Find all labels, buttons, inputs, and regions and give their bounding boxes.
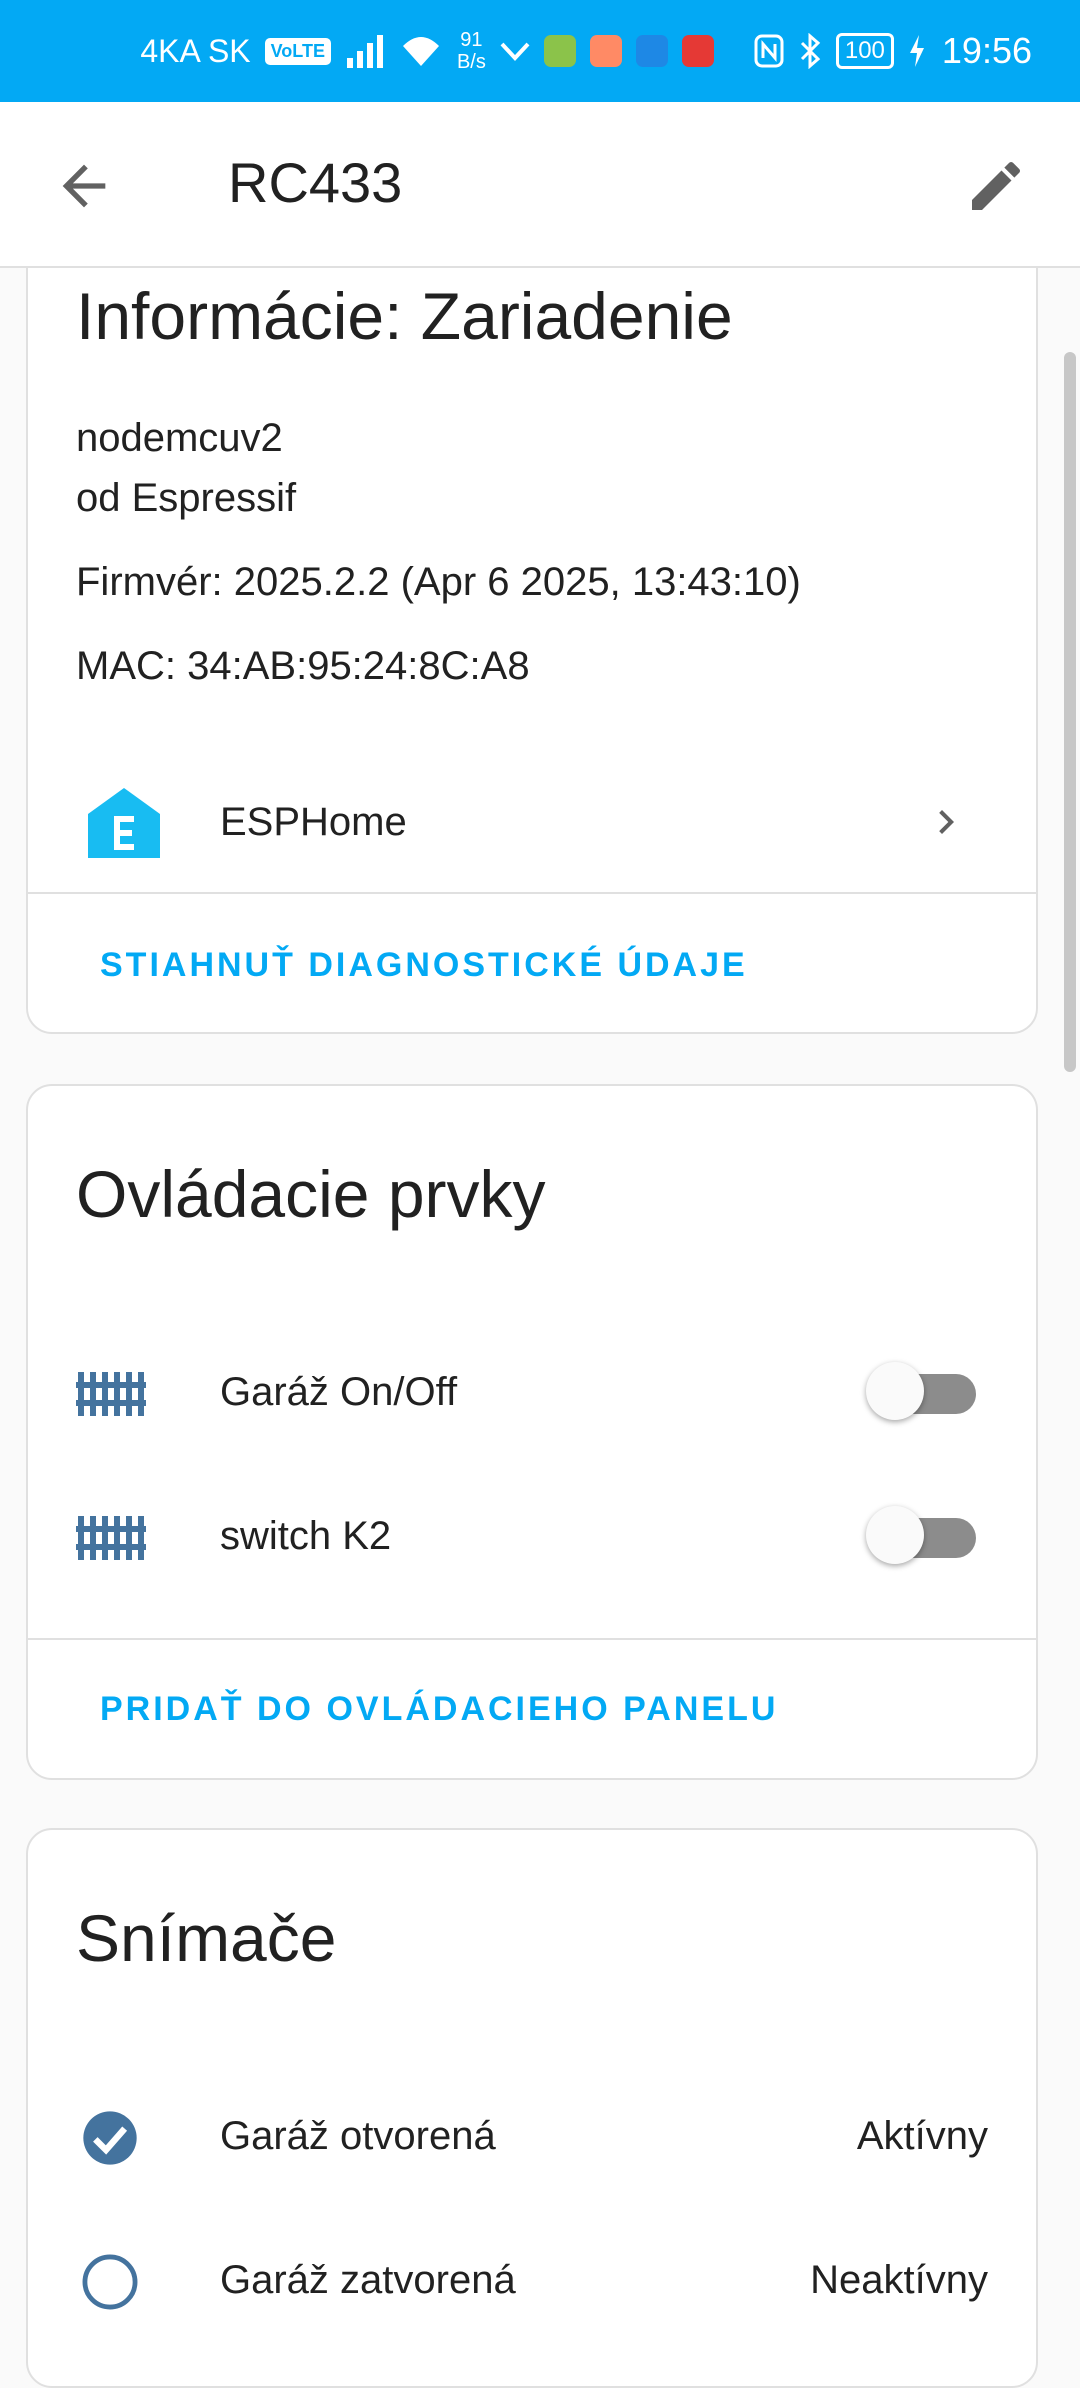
- clock: 19:56: [941, 30, 1032, 71]
- app-notification-icon: [543, 35, 576, 67]
- control-row-garaz[interactable]: Garáž On/Off: [28, 1344, 1036, 1444]
- controls-card: Ovládacie prvky Garáž On/Off switch K2 P…: [26, 1084, 1038, 1780]
- sensor-row-garaz-zatvorena[interactable]: Garáž zatvorená Neaktívny: [28, 2232, 1036, 2332]
- sensor-value: Neaktívny: [810, 2258, 988, 2302]
- device-info-title: Informácie: Zariadenie: [76, 279, 733, 353]
- battery-indicator: 100: [835, 33, 894, 69]
- device-model: nodemcuv2: [76, 416, 283, 460]
- checkbox-blank-circle-outline-icon: [82, 2254, 138, 2310]
- download-arrow-icon: [500, 38, 530, 64]
- charging-icon: [908, 34, 926, 68]
- gate-icon: [76, 1372, 146, 1416]
- app-notification-icon: [589, 35, 622, 67]
- device-info-card: Informácie: Zariadenie nodemcuv2 od Espr…: [26, 210, 1038, 1034]
- pencil-icon: [972, 161, 1021, 210]
- app-bar: RC433: [0, 102, 1080, 268]
- edit-button[interactable]: [964, 154, 1028, 218]
- card-divider: [28, 1638, 1036, 1640]
- mac-address: MAC: 34:AB:95:24:8C:A8: [76, 644, 530, 688]
- scrollbar[interactable]: [1064, 352, 1076, 1072]
- checkbox-marked-circle-icon: [83, 2111, 137, 2165]
- control-row-switch-k2[interactable]: switch K2: [28, 1488, 1036, 1588]
- toggle-thumb: [866, 1506, 924, 1564]
- arrow-left-icon: [62, 164, 106, 208]
- sensors-title: Snímače: [76, 1901, 337, 1975]
- card-divider: [28, 892, 1036, 894]
- bluetooth-icon: [798, 33, 822, 69]
- control-label: Garáž On/Off: [220, 1370, 458, 1414]
- signal-icon: [345, 34, 385, 68]
- back-button[interactable]: [52, 154, 116, 218]
- app-notification-icon: [635, 35, 668, 67]
- control-label: switch K2: [220, 1514, 392, 1558]
- add-to-dashboard-button[interactable]: PRIDAŤ DO OVLÁDACIEHO PANELU: [100, 1690, 778, 1729]
- sensor-row-garaz-otvorena[interactable]: Garáž otvorená Aktívny: [28, 2088, 1036, 2188]
- controls-title: Ovládacie prvky: [76, 1157, 546, 1231]
- sensor-label: Garáž otvorená: [220, 2114, 496, 2158]
- device-manufacturer: od Espressif: [76, 476, 297, 520]
- page-title: RC433: [228, 151, 403, 214]
- integration-name: ESPHome: [220, 800, 407, 844]
- integration-row-esphome[interactable]: ESPHome: [28, 760, 1036, 884]
- wifi-icon: [399, 34, 443, 68]
- sensor-value: Aktívny: [856, 2114, 988, 2158]
- toggle-thumb: [866, 1362, 924, 1420]
- chevron-right-icon: [939, 810, 954, 834]
- firmware-version: Firmvér: 2025.2.2 (Apr 6 2025, 13:43:10): [76, 560, 801, 604]
- download-diagnostics-button[interactable]: STIAHNUŤ DIAGNOSTICKÉ ÚDAJE: [100, 946, 748, 985]
- gate-icon: [76, 1516, 146, 1560]
- net-speed: 91 B/s: [456, 29, 486, 73]
- sensor-label: Garáž zatvorená: [220, 2258, 516, 2302]
- esphome-logo-icon: [88, 788, 160, 858]
- carrier-label: 4KA SK: [140, 32, 251, 69]
- control-toggle-switch-k2[interactable]: [866, 1506, 976, 1564]
- sensors-card: Snímače Garáž otvorená Aktívny Garáž zat…: [26, 1828, 1038, 2388]
- status-bar: 4KA SK VoLTE 91 B/s 100 19:56: [0, 0, 1080, 102]
- control-toggle-garaz[interactable]: [866, 1362, 976, 1420]
- app-notification-icon: [681, 35, 714, 67]
- nfc-icon: [754, 34, 784, 68]
- volte-badge: VoLTE: [264, 37, 331, 65]
